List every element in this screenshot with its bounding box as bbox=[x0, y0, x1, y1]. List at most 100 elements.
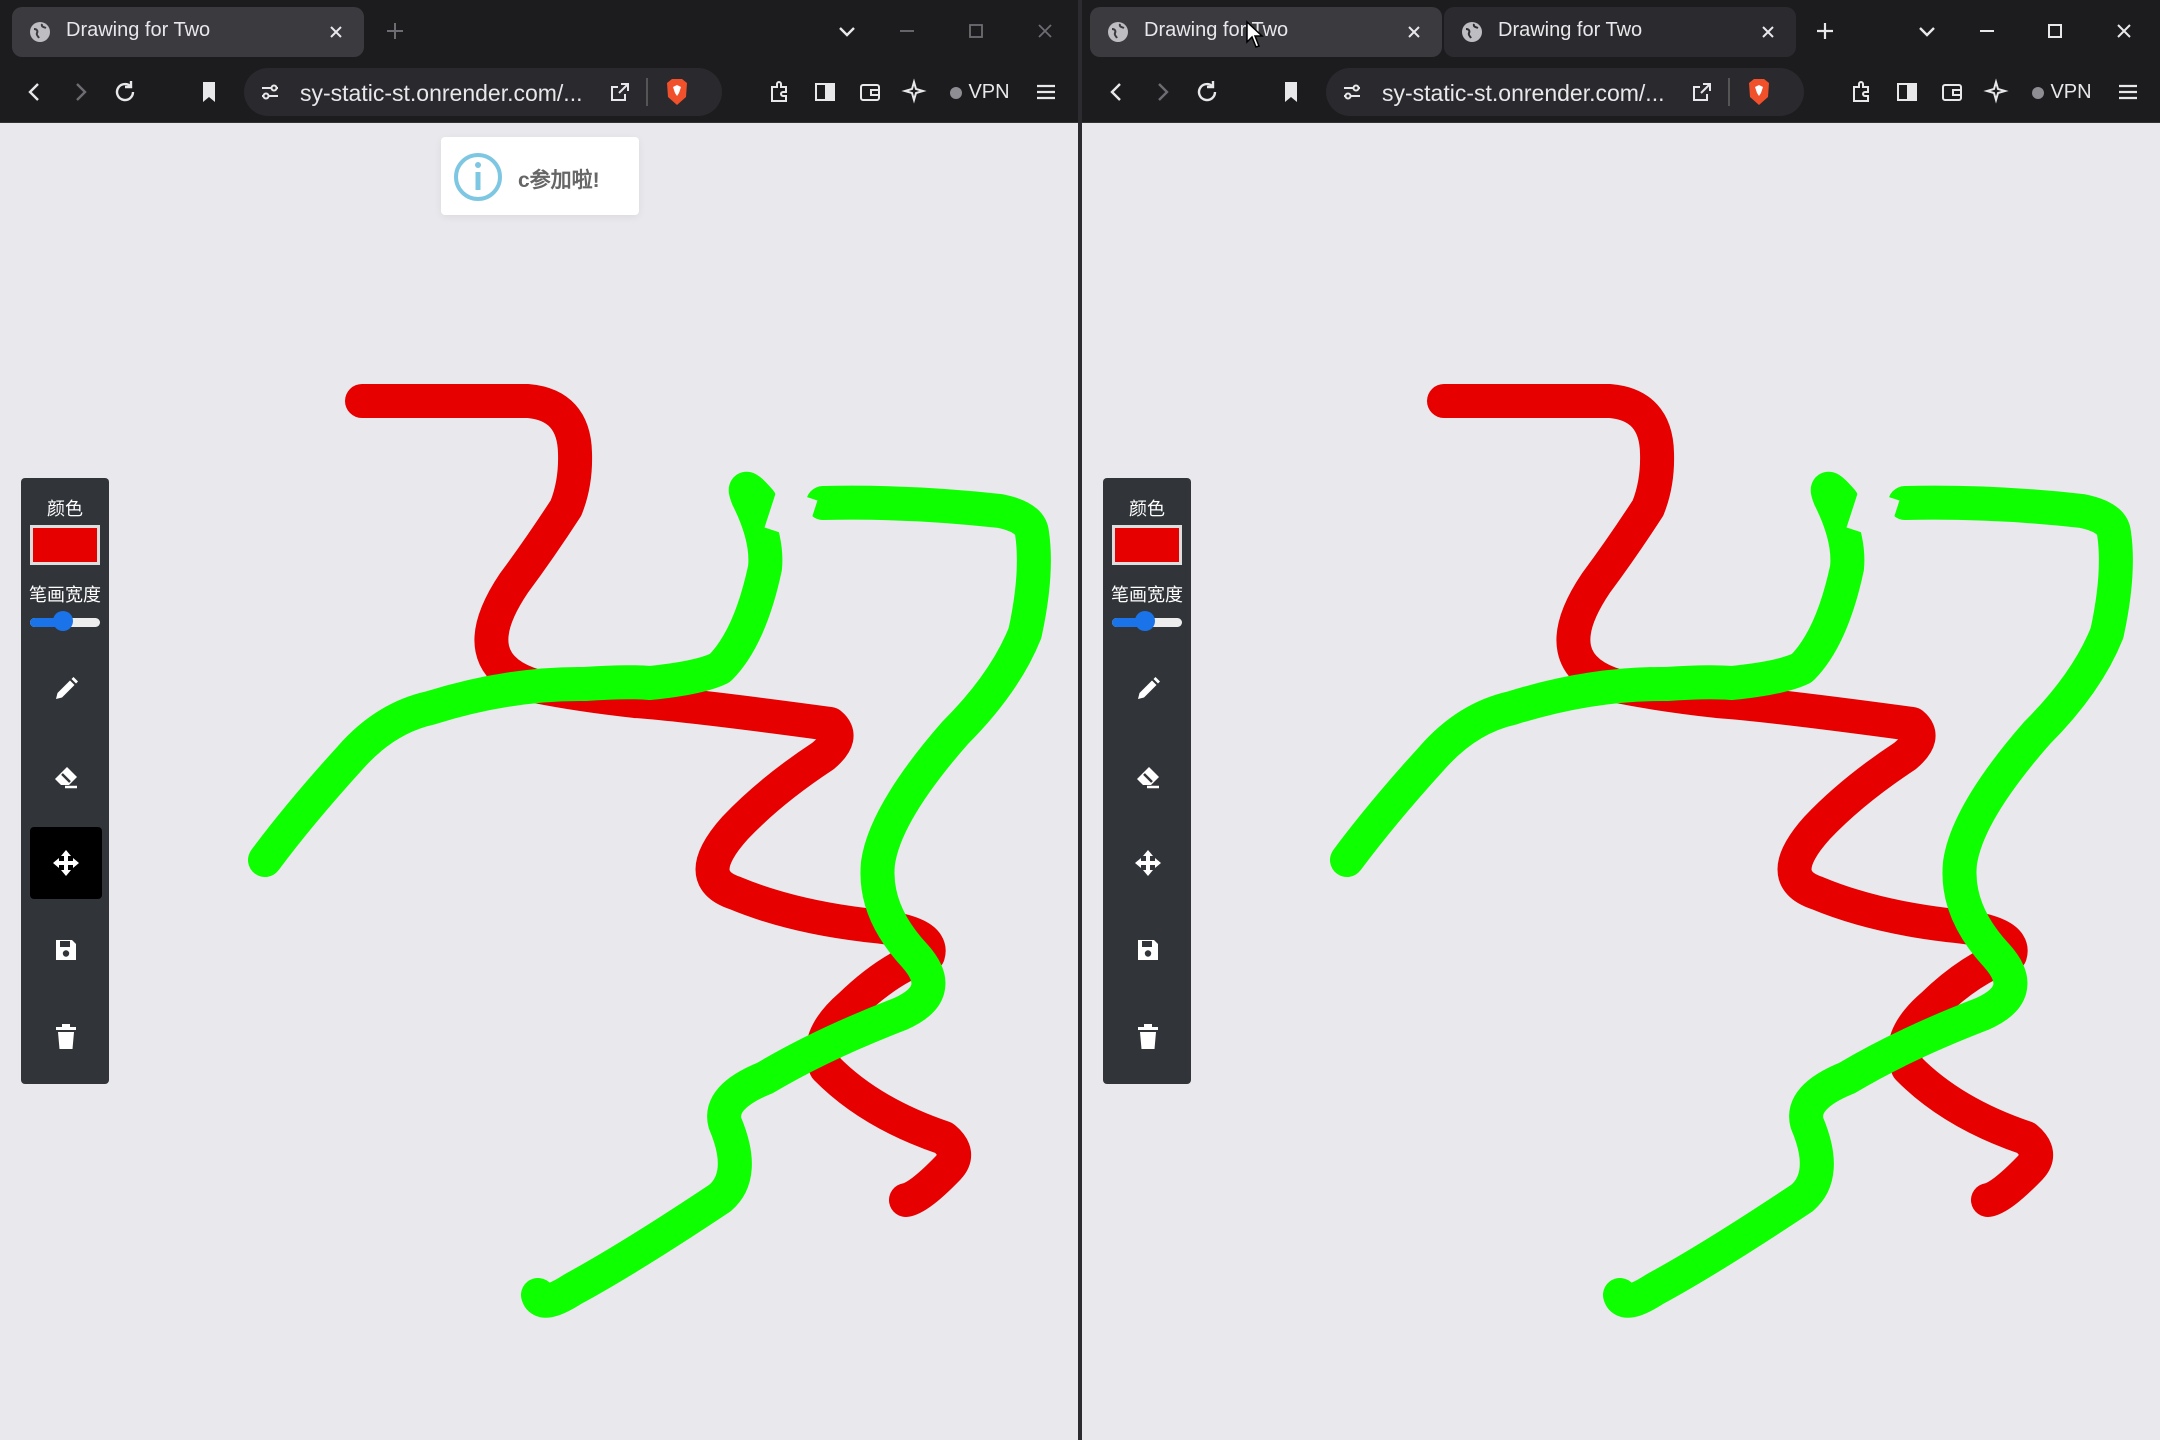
menu-button[interactable] bbox=[2113, 77, 2143, 107]
close-icon bbox=[2117, 24, 2131, 38]
new-tab-button[interactable] bbox=[1810, 16, 1840, 46]
stroke-width-label: 笔画宽度 bbox=[1111, 585, 1183, 605]
save-button[interactable] bbox=[30, 914, 102, 986]
eraser-tool-button[interactable] bbox=[1112, 740, 1184, 812]
slider-thumb[interactable] bbox=[1134, 611, 1155, 631]
join-toast: c参加啦! bbox=[441, 137, 639, 215]
clear-button[interactable] bbox=[30, 1001, 102, 1073]
menu-button[interactable] bbox=[1031, 77, 1061, 107]
vpn-button[interactable]: VPN bbox=[2022, 74, 2102, 110]
address-bar[interactable]: sy-static-st.onrender.com/... bbox=[244, 68, 722, 116]
sparkle-icon bbox=[901, 78, 927, 104]
extensions-button[interactable] bbox=[765, 77, 795, 107]
close-tab-icon[interactable] bbox=[1404, 22, 1424, 42]
back-button[interactable] bbox=[1102, 77, 1132, 107]
separator bbox=[1728, 78, 1730, 106]
globe-icon bbox=[1108, 22, 1128, 42]
wallet-button[interactable] bbox=[1937, 77, 1967, 107]
toast-message: c参加啦! bbox=[518, 169, 600, 192]
bookmark-icon bbox=[1285, 82, 1297, 102]
site-settings-icon[interactable] bbox=[1340, 80, 1364, 104]
puzzle-icon bbox=[1853, 81, 1869, 102]
clear-button[interactable] bbox=[1112, 1001, 1184, 1073]
share-icon[interactable] bbox=[1690, 80, 1714, 104]
chevron-down-icon bbox=[1919, 27, 1935, 37]
leo-ai-button[interactable] bbox=[900, 77, 930, 107]
extensions-button[interactable] bbox=[1847, 77, 1877, 107]
drawing-toolbar: 颜色 笔画宽度 bbox=[21, 478, 109, 1084]
plus-icon bbox=[387, 23, 403, 39]
pencil-icon bbox=[1138, 677, 1160, 699]
close-window-button[interactable] bbox=[2109, 16, 2139, 46]
minimize-button[interactable] bbox=[892, 16, 922, 46]
brave-shield-icon[interactable] bbox=[664, 77, 690, 107]
trash-icon bbox=[1138, 1024, 1158, 1049]
new-tab-button[interactable] bbox=[380, 16, 410, 46]
slider-thumb[interactable] bbox=[52, 611, 73, 631]
globe-icon bbox=[1462, 22, 1482, 42]
browser-window-left: Drawing for Two sy-static-st.onrender.co… bbox=[0, 0, 1078, 1440]
wallet-button[interactable] bbox=[855, 77, 885, 107]
sidebar-button[interactable] bbox=[810, 77, 840, 107]
drawing-canvas[interactable] bbox=[1082, 123, 2160, 1440]
site-settings-icon[interactable] bbox=[258, 80, 282, 104]
save-button[interactable] bbox=[1112, 914, 1184, 986]
bookmark-button[interactable] bbox=[1276, 77, 1306, 107]
sidebar-button[interactable] bbox=[1892, 77, 1922, 107]
bookmark-button[interactable] bbox=[194, 77, 224, 107]
tab-drawing-for-two-2[interactable]: Drawing for Two bbox=[1444, 7, 1796, 57]
wallet-icon bbox=[860, 84, 880, 101]
brave-shield-icon[interactable] bbox=[1746, 77, 1772, 107]
move-tool-button[interactable] bbox=[1112, 827, 1184, 899]
pen-tool-button[interactable] bbox=[30, 653, 102, 725]
drawing-canvas[interactable] bbox=[0, 123, 1078, 1440]
puzzle-icon bbox=[771, 81, 787, 102]
bookmark-icon bbox=[203, 82, 215, 102]
vpn-button[interactable]: VPN bbox=[940, 74, 1020, 110]
forward-button[interactable] bbox=[65, 77, 95, 107]
close-tab-icon[interactable] bbox=[326, 22, 346, 42]
stroke-width-slider[interactable] bbox=[1112, 611, 1182, 631]
red-stroke bbox=[345, 384, 971, 1217]
vpn-label: VPN bbox=[2050, 81, 2092, 103]
tab-list-button[interactable] bbox=[832, 16, 862, 46]
reload-button[interactable] bbox=[1192, 77, 1222, 107]
minimize-icon bbox=[1980, 30, 1994, 32]
close-tab-icon[interactable] bbox=[1758, 22, 1778, 42]
reload-icon bbox=[115, 81, 135, 102]
back-button[interactable] bbox=[20, 77, 50, 107]
sparkle-icon bbox=[1983, 78, 2009, 104]
hamburger-icon bbox=[2119, 84, 2137, 100]
maximize-icon bbox=[2048, 24, 2062, 38]
tab-bar: Drawing for Two Drawing for Two bbox=[1082, 0, 2160, 62]
close-window-button[interactable] bbox=[1030, 16, 1060, 46]
stroke-width-label: 笔画宽度 bbox=[29, 585, 101, 605]
reload-button[interactable] bbox=[110, 77, 140, 107]
url-text: sy-static-st.onrender.com/... bbox=[1382, 80, 1665, 106]
tab-title: Drawing for Two bbox=[1498, 19, 1643, 41]
address-bar[interactable]: sy-static-st.onrender.com/... bbox=[1326, 68, 1804, 116]
tab-title: Drawing for Two bbox=[1144, 19, 1289, 41]
tab-list-button[interactable] bbox=[1912, 16, 1942, 46]
stroke-width-slider[interactable] bbox=[30, 611, 100, 631]
color-picker[interactable] bbox=[30, 525, 100, 565]
vpn-status-icon bbox=[950, 87, 963, 99]
chevron-down-icon bbox=[839, 27, 855, 37]
share-icon[interactable] bbox=[608, 80, 632, 104]
eraser-tool-button[interactable] bbox=[30, 740, 102, 812]
navigation-toolbar: sy-static-st.onrender.com/... VPN bbox=[1082, 62, 2160, 123]
red-stroke bbox=[1427, 384, 2053, 1217]
tab-drawing-for-two[interactable]: Drawing for Two bbox=[12, 7, 364, 57]
save-icon bbox=[56, 940, 76, 960]
maximize-button[interactable] bbox=[2040, 16, 2070, 46]
move-tool-button[interactable] bbox=[30, 827, 102, 899]
tab-drawing-for-two[interactable]: Drawing for Two bbox=[1090, 7, 1442, 57]
save-icon bbox=[1138, 940, 1158, 960]
maximize-button[interactable] bbox=[961, 16, 991, 46]
leo-ai-button[interactable] bbox=[1982, 77, 2012, 107]
forward-button[interactable] bbox=[1147, 77, 1177, 107]
pen-tool-button[interactable] bbox=[1112, 653, 1184, 725]
arrow-right-icon bbox=[1158, 83, 1169, 101]
color-picker[interactable] bbox=[1112, 525, 1182, 565]
minimize-button[interactable] bbox=[1972, 16, 2002, 46]
